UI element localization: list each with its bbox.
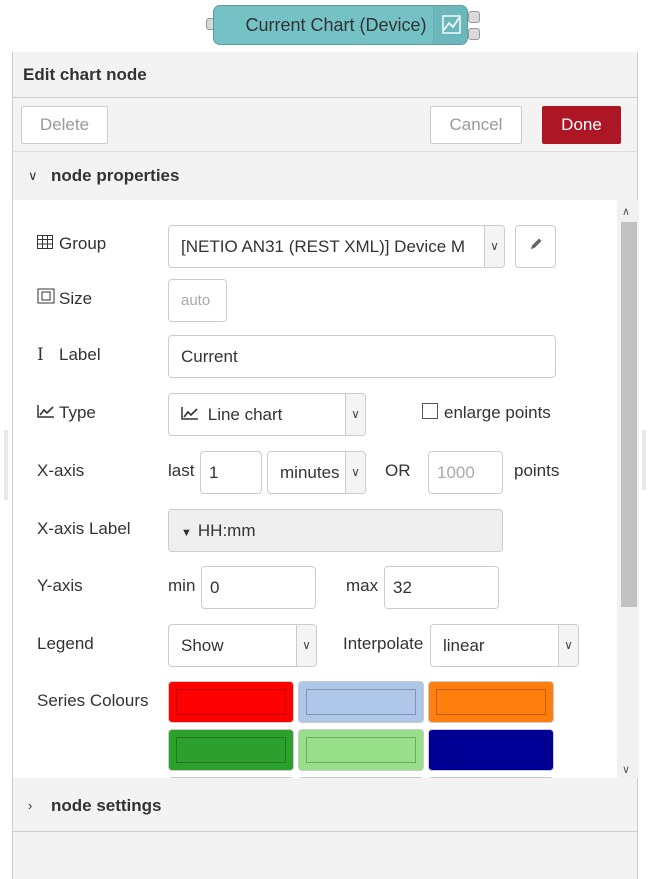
series-colour-swatch[interactable] <box>298 681 424 723</box>
output-port[interactable] <box>468 28 480 40</box>
done-button[interactable]: Done <box>542 106 621 144</box>
last-label: last <box>168 461 195 480</box>
section-node-settings[interactable]: › node settings <box>13 782 637 830</box>
max-label: max <box>346 576 379 595</box>
edit-tray: Edit chart node Delete Cancel Done ∨ nod… <box>12 52 639 879</box>
label-label: I Label <box>37 345 101 365</box>
yaxis-label: Y-axis <box>37 576 83 595</box>
series-colour-swatch[interactable] <box>428 777 554 778</box>
type-label: Type <box>37 403 96 423</box>
table-icon <box>37 234 55 254</box>
xaxis-label: X-axis <box>37 461 85 480</box>
series-colour-swatch[interactable] <box>428 729 554 771</box>
scroll-up-icon[interactable]: ∧ <box>622 205 630 218</box>
properties-scrollbar[interactable]: ∧ ∨ <box>617 200 639 778</box>
swatch-inner <box>436 689 546 715</box>
chevron-down-icon: ∨ <box>484 226 504 267</box>
size-icon <box>37 288 55 309</box>
xaxis-label-label: X-axis Label <box>37 519 131 538</box>
swatch-inner <box>176 737 286 763</box>
xaxis-format-input[interactable]: ▼ HH:mm <box>168 509 503 552</box>
scroll-down-icon[interactable]: ∨ <box>622 763 630 776</box>
or-label: OR <box>385 461 411 480</box>
enlarge-points-checkbox[interactable] <box>422 403 438 419</box>
chart-node[interactable]: Current Chart (Device) <box>205 5 480 45</box>
scrollbar-thumb[interactable] <box>621 222 637 607</box>
node-body[interactable]: Current Chart (Device) <box>213 5 468 45</box>
min-label: min <box>168 576 196 595</box>
group-label: Group <box>37 234 106 254</box>
swatch-inner <box>306 689 416 715</box>
section-node-properties[interactable]: ∨ node properties <box>13 152 637 200</box>
swatch-inner <box>176 689 286 715</box>
xaxis-unit-select[interactable]: minutes ∨ <box>267 451 366 494</box>
edit-group-button[interactable] <box>515 225 556 268</box>
series-colour-swatch[interactable] <box>298 729 424 771</box>
points-label: points <box>514 461 560 480</box>
delete-button[interactable]: Delete <box>21 106 108 144</box>
series-colour-swatch[interactable] <box>168 729 294 771</box>
properties-panel: Group [NETIO AN31 (REST XML)] Device M ∨… <box>13 200 617 778</box>
interpolate-label: Interpolate <box>343 634 424 653</box>
tray-resize-handle-left[interactable] <box>4 430 8 500</box>
chevron-right-icon: › <box>28 798 33 813</box>
group-select[interactable]: [NETIO AN31 (REST XML)] Device M ∨ <box>168 225 505 268</box>
series-colour-swatch[interactable] <box>428 681 554 723</box>
section-title: node settings <box>51 796 162 815</box>
chevron-down-icon: ∨ <box>296 625 316 666</box>
pencil-icon <box>529 238 543 255</box>
output-port[interactable] <box>468 11 480 23</box>
series-colour-swatch[interactable] <box>298 777 424 778</box>
label-input[interactable]: Current <box>168 335 556 378</box>
yaxis-min-input[interactable]: 0 <box>201 566 316 609</box>
chevron-down-icon: ∨ <box>345 452 365 493</box>
legend-select[interactable]: Show ∨ <box>168 624 317 667</box>
swatch-inner <box>436 737 546 763</box>
interpolate-select[interactable]: linear ∨ <box>430 624 579 667</box>
node-label: Current Chart (Device) <box>245 15 427 35</box>
series-colour-swatch[interactable] <box>168 681 294 723</box>
size-button[interactable]: auto <box>168 279 227 322</box>
chevron-down-icon: ∨ <box>558 625 578 666</box>
xaxis-last-input[interactable]: 1 <box>200 451 262 494</box>
chevron-down-icon: ∨ <box>345 394 365 435</box>
tray-resize-handle-right[interactable] <box>642 430 646 490</box>
line-chart-icon <box>181 405 204 424</box>
enlarge-points-label: enlarge points <box>444 403 551 422</box>
chart-type-select[interactable]: Line chart ∨ <box>168 393 366 436</box>
chevron-down-icon: ∨ <box>28 168 38 183</box>
yaxis-max-input[interactable]: 32 <box>384 566 499 609</box>
line-chart-icon <box>37 403 55 423</box>
line-chart-icon <box>433 6 467 44</box>
series-colours-label: Series Colours <box>37 691 149 710</box>
series-colour-swatch[interactable] <box>168 777 294 778</box>
cancel-button[interactable]: Cancel <box>430 106 522 144</box>
size-label: Size <box>37 288 92 309</box>
text-cursor-icon: I <box>37 345 44 365</box>
xaxis-points-input[interactable]: 1000 <box>428 451 503 494</box>
legend-label: Legend <box>37 634 94 653</box>
tray-title: Edit chart node <box>13 52 637 98</box>
tray-footer <box>13 831 637 879</box>
swatch-inner <box>306 737 416 763</box>
caret-down-icon: ▼ <box>181 527 192 539</box>
section-title: node properties <box>51 166 180 185</box>
